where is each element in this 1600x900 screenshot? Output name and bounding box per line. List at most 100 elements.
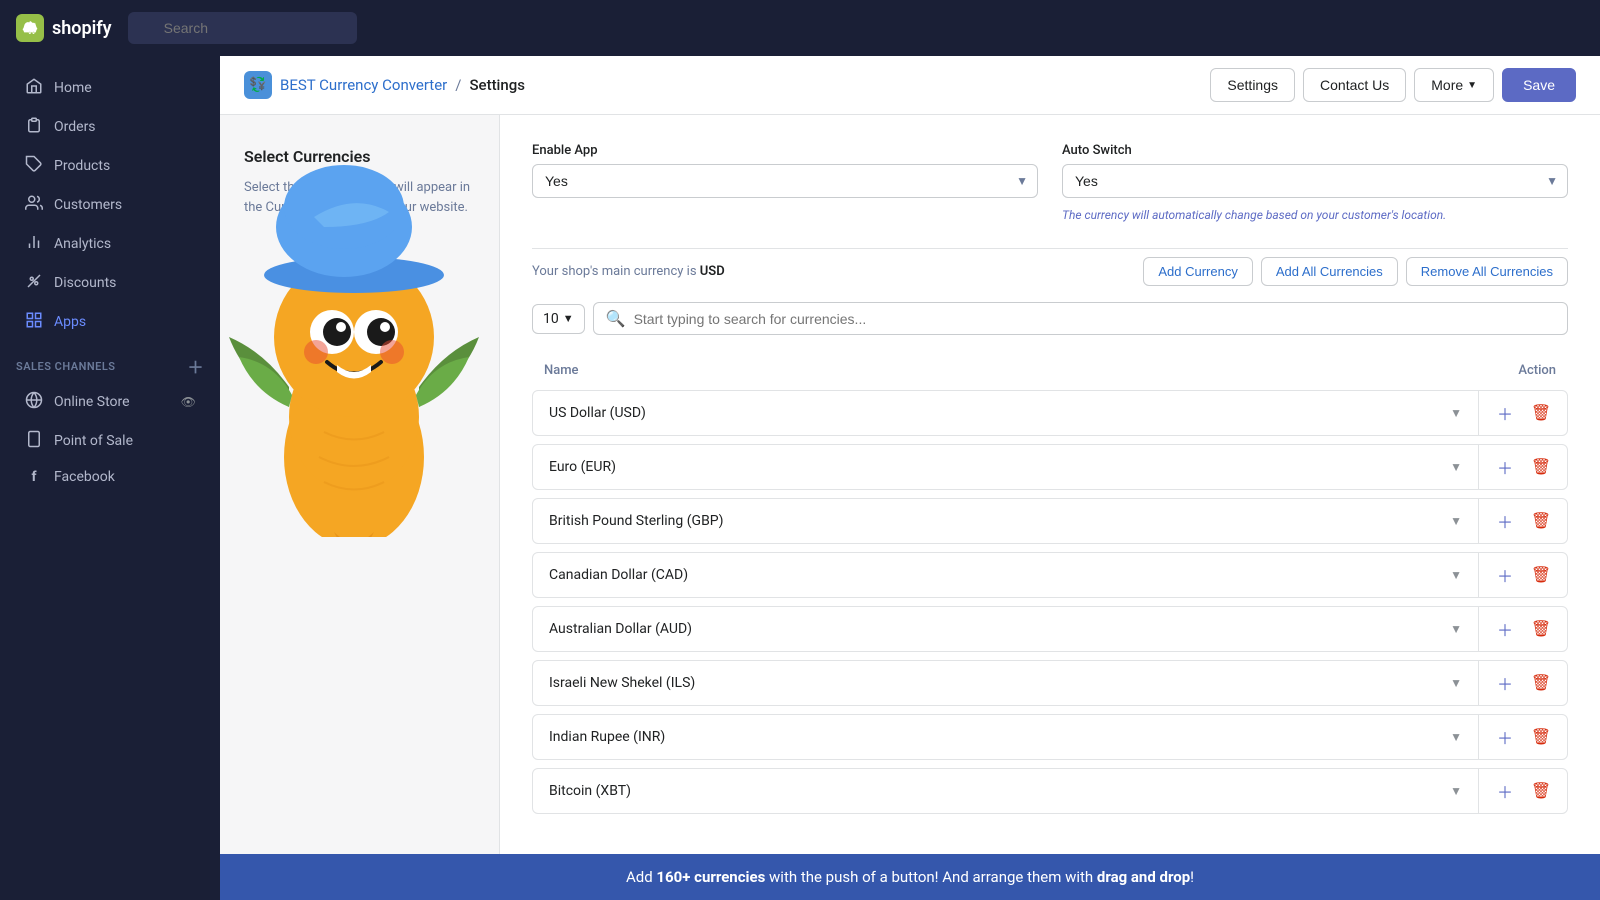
search-wrapper: 🔍	[128, 12, 1028, 44]
per-page-chevron-icon: ▼	[563, 312, 574, 325]
top-navigation: shopify 🔍	[0, 0, 1600, 56]
breadcrumb-app-name[interactable]: BEST Currency Converter	[280, 76, 447, 94]
enable-app-group: Enable App Yes No ▼	[532, 143, 1038, 224]
save-button[interactable]: Save	[1502, 68, 1576, 102]
currency-name-cad: Canadian Dollar (CAD) ▼	[533, 555, 1478, 595]
sidebar-item-home[interactable]: Home	[8, 69, 212, 107]
currency-delete-button-xbt[interactable]: 🗑	[1523, 769, 1559, 813]
currency-add-button-ils[interactable]: ＋	[1487, 661, 1523, 705]
breadcrumb: 💱 BEST Currency Converter / Settings	[244, 71, 525, 99]
currency-delete-button-cad[interactable]: 🗑	[1523, 553, 1559, 597]
sidebar-item-orders[interactable]: Orders	[8, 108, 212, 146]
global-search-input[interactable]	[128, 12, 357, 44]
currency-actions-ils: ＋ 🗑	[1478, 661, 1567, 705]
add-sales-channel-button[interactable]: ＋	[187, 354, 204, 378]
main-content: 💱 BEST Currency Converter / Settings Set…	[220, 56, 1600, 900]
settings-button[interactable]: Settings	[1210, 68, 1295, 102]
sidebar-item-products[interactable]: Products	[8, 147, 212, 185]
currency-row: Indian Rupee (INR) ▼ ＋ 🗑	[532, 714, 1568, 760]
currency-name-gbp: British Pound Sterling (GBP) ▼	[533, 501, 1478, 541]
currency-delete-button-ils[interactable]: 🗑	[1523, 661, 1559, 705]
app-icon: 💱	[244, 71, 272, 99]
currency-chevron-icon-gbp: ▼	[1450, 514, 1462, 528]
sidebar-item-point-of-sale[interactable]: Point of Sale	[8, 422, 212, 460]
facebook-icon: f	[24, 469, 44, 485]
currency-add-button-usd[interactable]: ＋	[1487, 391, 1523, 435]
auto-switch-label: Auto Switch	[1062, 143, 1568, 158]
sidebar-item-products-label: Products	[54, 158, 110, 174]
enable-app-select[interactable]: Yes No	[532, 164, 1038, 198]
currency-search-input[interactable]	[634, 311, 1555, 327]
currency-label-ils: Israeli New Shekel (ILS)	[549, 675, 695, 691]
customers-icon	[24, 194, 44, 216]
currency-label-gbp: British Pound Sterling (GBP)	[549, 513, 724, 529]
main-layout: Home Orders Products Customers Analytics	[0, 56, 1600, 900]
character-illustration	[244, 237, 475, 537]
currency-name-ils: Israeli New Shekel (ILS) ▼	[533, 663, 1478, 703]
auto-switch-group: Auto Switch Yes No ▼ The currency will a…	[1062, 143, 1568, 224]
currency-chevron-icon-usd: ▼	[1450, 406, 1462, 420]
add-currency-button[interactable]: Add Currency	[1143, 257, 1252, 286]
currency-delete-button-gbp[interactable]: 🗑	[1523, 499, 1559, 543]
currency-actions-xbt: ＋ 🗑	[1478, 769, 1567, 813]
name-column-header: Name	[544, 363, 579, 378]
currency-delete-button-aud[interactable]: 🗑	[1523, 607, 1559, 651]
auto-switch-select[interactable]: Yes No	[1062, 164, 1568, 198]
header-actions: Settings Contact Us More ▼ Save	[1210, 68, 1576, 102]
sidebar-item-apps[interactable]: Apps	[8, 303, 212, 341]
auto-switch-hint: The currency will automatically change b…	[1062, 206, 1568, 224]
discounts-icon	[24, 272, 44, 294]
more-button[interactable]: More ▼	[1414, 68, 1494, 102]
currency-add-button-inr[interactable]: ＋	[1487, 715, 1523, 759]
main-currency-value: USD	[700, 264, 725, 279]
sidebar-item-analytics[interactable]: Analytics	[8, 225, 212, 263]
currency-chevron-icon-ils: ▼	[1450, 676, 1462, 690]
sidebar-item-discounts[interactable]: Discounts	[8, 264, 212, 302]
main-currency-text: Your shop's main currency is USD	[532, 264, 725, 279]
currency-name-aud: Australian Dollar (AUD) ▼	[533, 609, 1478, 649]
currency-delete-button-eur[interactable]: 🗑	[1523, 445, 1559, 489]
currency-name-xbt: Bitcoin (XBT) ▼	[533, 771, 1478, 811]
contact-us-button[interactable]: Contact Us	[1303, 68, 1406, 102]
right-panel: Enable App Yes No ▼ Auto Switch	[500, 115, 1600, 854]
currency-add-button-aud[interactable]: ＋	[1487, 607, 1523, 651]
bottom-banner: Add 160+ currencies with the push of a b…	[220, 854, 1600, 900]
currency-delete-button-usd[interactable]: 🗑	[1523, 391, 1559, 435]
page-header: 💱 BEST Currency Converter / Settings Set…	[220, 56, 1600, 115]
currency-row: Australian Dollar (AUD) ▼ ＋ 🗑	[532, 606, 1568, 652]
action-column-header: Action	[1518, 363, 1556, 378]
sidebar-item-online-store[interactable]: Online Store 👁	[8, 383, 212, 421]
currency-actions-cad: ＋ 🗑	[1478, 553, 1567, 597]
currency-add-button-gbp[interactable]: ＋	[1487, 499, 1523, 543]
currency-row: Israeli New Shekel (ILS) ▼ ＋ 🗑	[532, 660, 1568, 706]
remove-all-currencies-button[interactable]: Remove All Currencies	[1406, 257, 1568, 286]
sidebar-item-apps-label: Apps	[54, 314, 86, 330]
currency-add-button-xbt[interactable]: ＋	[1487, 769, 1523, 813]
currency-name-eur: Euro (EUR) ▼	[533, 447, 1478, 487]
sidebar-item-online-store-label: Online Store	[54, 394, 130, 410]
banner-text-2: with the push of a button! And arrange t…	[765, 868, 1097, 886]
auto-switch-select-wrapper: Yes No ▼	[1062, 164, 1568, 198]
sidebar-item-facebook[interactable]: f Facebook	[8, 461, 212, 493]
currency-chevron-icon-aud: ▼	[1450, 622, 1462, 636]
currency-action-buttons: Add Currency Add All Currencies Remove A…	[1143, 257, 1568, 286]
shopify-logo[interactable]: shopify	[16, 14, 112, 42]
banner-bold-1: 160+ currencies	[656, 868, 765, 886]
sidebar: Home Orders Products Customers Analytics	[0, 56, 220, 900]
pos-icon	[24, 430, 44, 452]
sidebar-item-discounts-label: Discounts	[54, 275, 116, 291]
currency-delete-button-inr[interactable]: 🗑	[1523, 715, 1559, 759]
banner-text-1: Add	[626, 868, 656, 886]
currency-header: Your shop's main currency is USD Add Cur…	[532, 248, 1568, 286]
form-row-top: Enable App Yes No ▼ Auto Switch	[532, 143, 1568, 224]
products-icon	[24, 155, 44, 177]
currency-add-button-cad[interactable]: ＋	[1487, 553, 1523, 597]
add-all-currencies-button[interactable]: Add All Currencies	[1261, 257, 1398, 286]
banner-bold-2: drag and drop	[1097, 868, 1190, 886]
currency-table-header: Name Action	[532, 355, 1568, 386]
currency-add-button-eur[interactable]: ＋	[1487, 445, 1523, 489]
currency-search-row: 10 ▼ 🔍	[532, 302, 1568, 335]
sidebar-item-customers[interactable]: Customers	[8, 186, 212, 224]
per-page-select[interactable]: 10 ▼	[532, 304, 585, 334]
currency-actions-eur: ＋ 🗑	[1478, 445, 1567, 489]
